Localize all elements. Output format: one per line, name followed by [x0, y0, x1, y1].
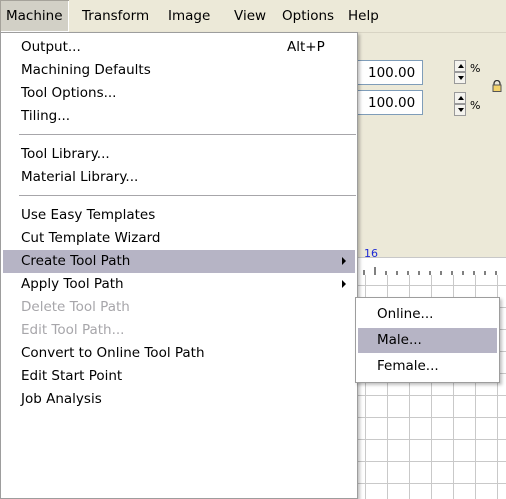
submenu-item-label: Online...	[377, 306, 434, 322]
menu-item-edit-start-point[interactable]: Edit Start Point	[3, 365, 355, 388]
menu-item-label: Edit Start Point	[21, 368, 123, 384]
menu-help[interactable]: Help	[342, 0, 385, 32]
menu-item-label: Create Tool Path	[21, 253, 131, 269]
spin-down-icon[interactable]	[454, 72, 466, 84]
lock-icon[interactable]	[492, 80, 502, 92]
menu-separator	[19, 195, 356, 196]
menu-item-output[interactable]: Output... Alt+P	[3, 36, 355, 59]
menu-item-use-easy-templates[interactable]: Use Easy Templates	[3, 204, 355, 227]
menu-item-label: Material Library...	[21, 169, 139, 185]
scale-y-spinner[interactable]	[454, 92, 466, 116]
menu-item-material-library[interactable]: Material Library...	[3, 166, 355, 189]
menu-item-label: Cut Template Wizard	[21, 230, 161, 246]
menu-item-label: Tool Options...	[21, 85, 117, 101]
spin-up-icon[interactable]	[454, 60, 466, 72]
spin-down-icon[interactable]	[454, 104, 466, 116]
menu-options[interactable]: Options	[276, 0, 340, 32]
machine-menu: Output... Alt+P Machining Defaults Tool …	[0, 32, 358, 499]
menu-item-edit-tool-path: Edit Tool Path...	[3, 319, 355, 342]
submenu-arrow-icon	[342, 280, 346, 288]
submenu-item-label: Female...	[377, 358, 439, 374]
shortcut-label: Alt+P	[287, 39, 325, 55]
menu-item-machining-defaults[interactable]: Machining Defaults	[3, 59, 355, 82]
menu-item-apply-tool-path[interactable]: Apply Tool Path	[3, 273, 355, 296]
menu-item-tool-options[interactable]: Tool Options...	[3, 82, 355, 105]
menu-machine[interactable]: Machine	[0, 0, 69, 32]
menu-image[interactable]: Image	[162, 0, 216, 32]
menu-transform[interactable]: Transform	[76, 0, 155, 32]
scale-x-spinner[interactable]	[454, 60, 466, 84]
menu-item-cut-template-wizard[interactable]: Cut Template Wizard	[3, 227, 355, 250]
percent-label: %	[470, 99, 481, 112]
menu-item-job-analysis[interactable]: Job Analysis	[3, 388, 355, 411]
percent-label: %	[470, 62, 481, 75]
menu-item-label: Edit Tool Path...	[21, 322, 125, 338]
menu-item-create-tool-path[interactable]: Create Tool Path	[3, 250, 355, 273]
menu-item-label: Apply Tool Path	[21, 276, 124, 292]
scale-y-field[interactable]: 100.00	[355, 90, 423, 115]
submenu-item-online[interactable]: Online...	[358, 302, 497, 327]
menu-item-label: Tiling...	[21, 108, 71, 124]
menu-separator	[19, 134, 356, 135]
submenu-item-label: Male...	[377, 332, 422, 348]
menu-item-label: Job Analysis	[21, 391, 102, 407]
scale-x-field[interactable]: 100.00	[355, 60, 423, 85]
spin-up-icon[interactable]	[454, 92, 466, 104]
menu-item-label: Output...	[21, 39, 81, 55]
menu-item-label: Tool Library...	[21, 146, 110, 162]
submenu-arrow-icon	[342, 257, 346, 265]
menu-item-label: Use Easy Templates	[21, 207, 156, 223]
horizontal-ruler	[355, 257, 506, 277]
menu-item-tool-library[interactable]: Tool Library...	[3, 143, 355, 166]
menubar: Machine Transform Image View Options Hel…	[0, 0, 506, 33]
submenu-item-male[interactable]: Male...	[358, 328, 497, 353]
menu-view[interactable]: View	[228, 0, 272, 32]
menu-item-tiling[interactable]: Tiling...	[3, 105, 355, 128]
menu-item-convert-to-online-tool-path[interactable]: Convert to Online Tool Path	[3, 342, 355, 365]
create-tool-path-submenu: Online... Male... Female...	[355, 297, 500, 383]
ruler-ticks	[363, 267, 497, 276]
menu-item-delete-tool-path: Delete Tool Path	[3, 296, 355, 319]
menu-item-label: Machining Defaults	[21, 62, 151, 78]
submenu-item-female[interactable]: Female...	[358, 354, 497, 379]
menu-item-label: Convert to Online Tool Path	[21, 345, 205, 361]
menu-item-label: Delete Tool Path	[21, 299, 130, 315]
